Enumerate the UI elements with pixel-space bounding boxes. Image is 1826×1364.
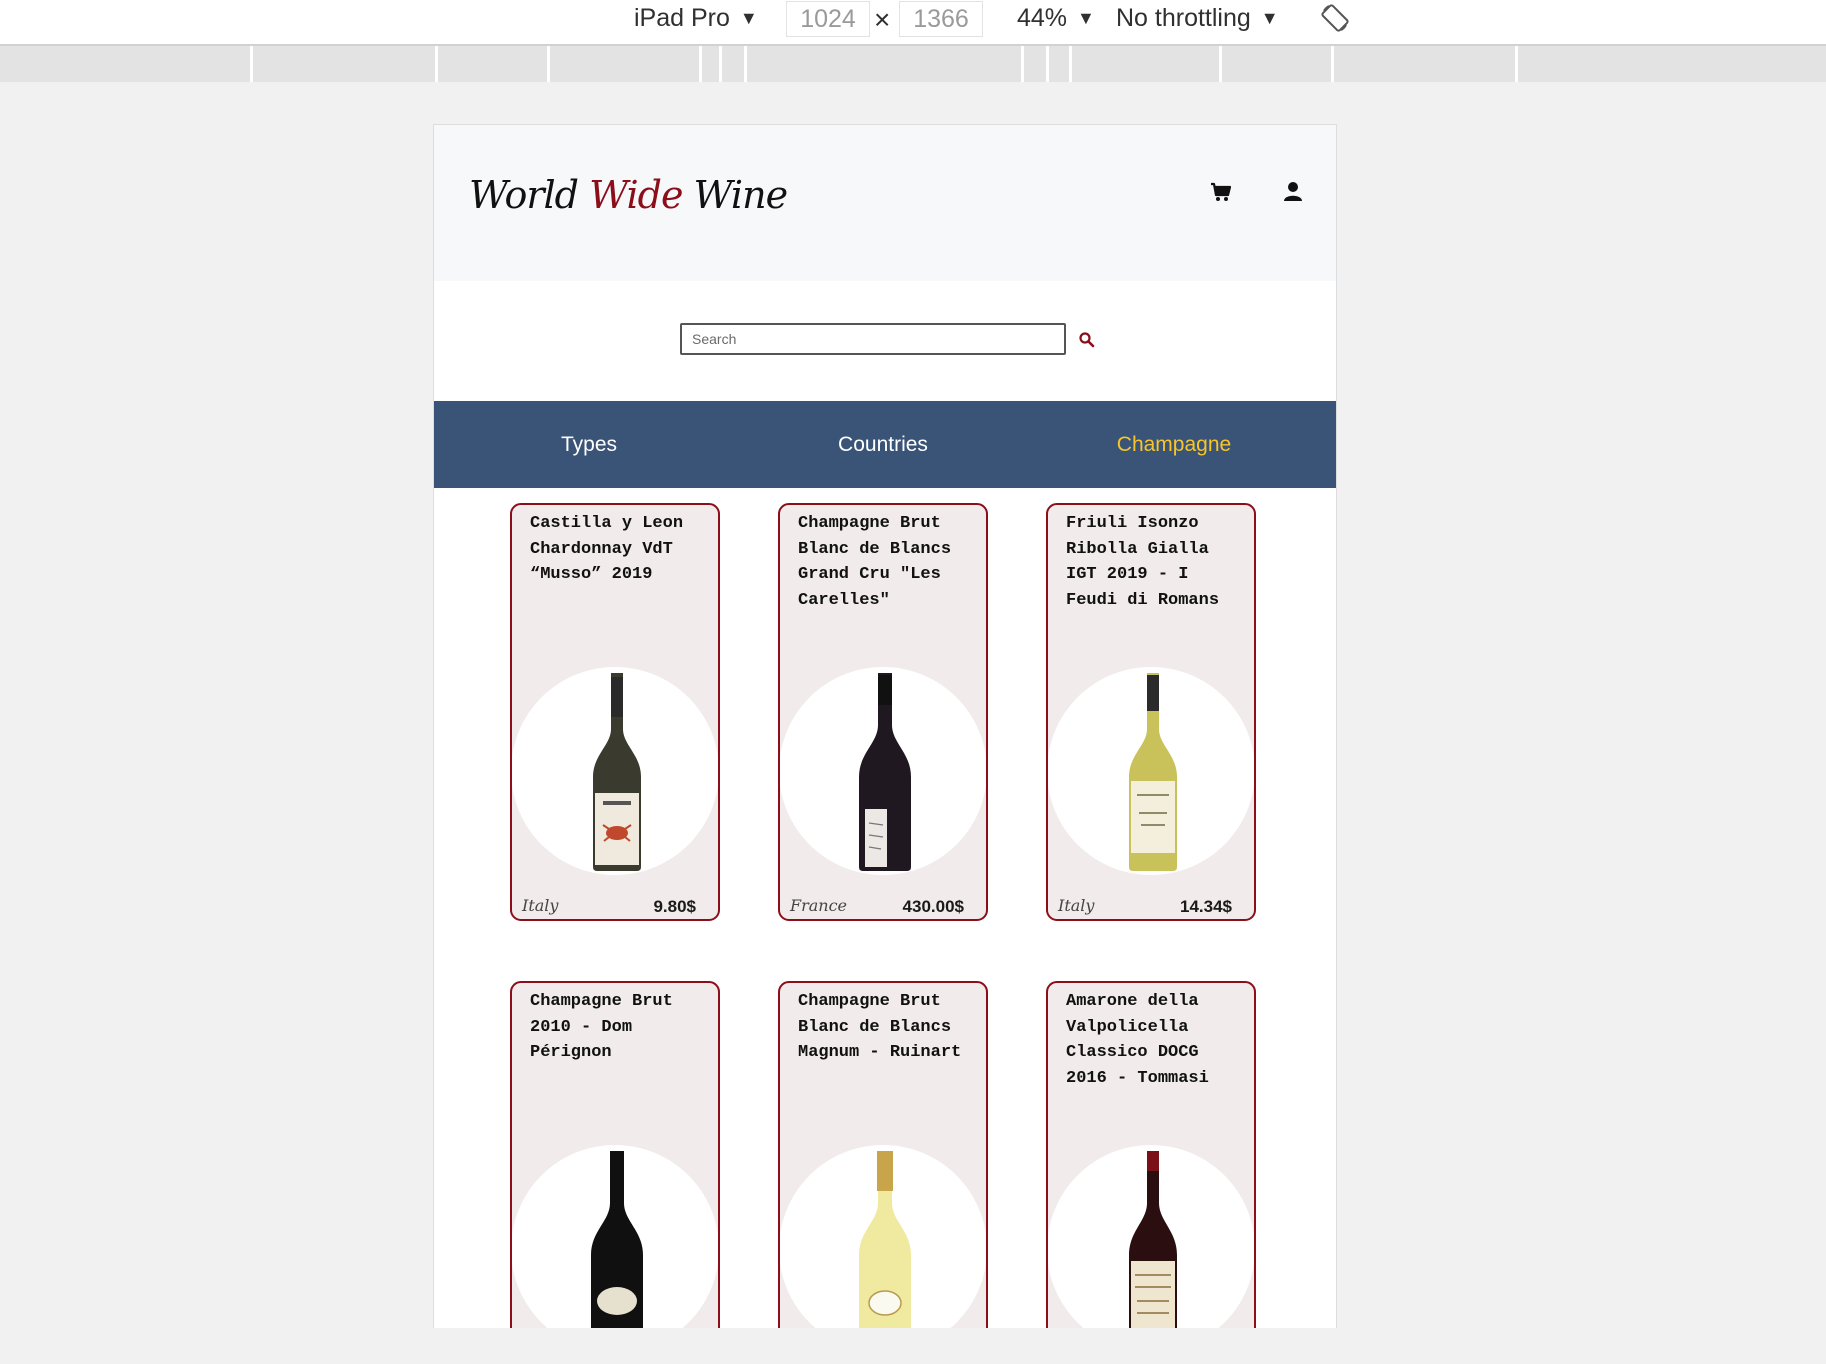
product-title: Friuli Isonzo Ribolla Gialla IGT 2019 - … [1066,514,1220,610]
zoom-value: 44% [1017,4,1068,32]
throttle-select[interactable]: No throttling ▼ [1116,0,1279,36]
product-image [780,667,986,875]
product-title: Champagne Brut Blanc de Blancs Grand Cru… [798,514,952,610]
page-bottom-area [0,1328,1826,1364]
site-logo[interactable]: World Wide Wine [469,167,789,223]
product-price: 9.80$ [653,897,696,916]
device-select[interactable]: iPad Pro ▼ [634,0,758,36]
product-price: 14.34$ [1180,897,1232,916]
product-image [1048,1145,1254,1328]
device-caret-icon: ▼ [739,8,758,28]
page-viewport: World Wide Wine Search Types Countries C… [433,124,1337,1329]
user-icon[interactable] [1282,181,1304,203]
height-input[interactable]: 1366 [899,1,983,37]
search-input[interactable]: Search [680,323,1066,355]
product-image [512,667,718,875]
category-nav: Types Countries Champagne [434,401,1336,488]
wine-bottle-image [1129,673,1177,871]
product-country: Italy [522,896,559,915]
product-image [1048,667,1254,875]
product-card[interactable]: Friuli Isonzo Ribolla Gialla IGT 2019 - … [1046,503,1256,921]
product-country: Italy [1058,896,1095,915]
logo-word-2: Wide [589,173,683,217]
zoom-select[interactable]: 44% ▼ [1017,0,1095,36]
cart-icon[interactable] [1210,181,1232,203]
product-price: 430.00$ [902,897,964,916]
product-image [512,1145,718,1328]
media-query-ruler[interactable] [0,46,1826,82]
logo-word-1: World [469,173,579,217]
rotate-icon[interactable] [1320,3,1350,33]
product-image [780,1145,986,1328]
product-title: Amarone della Valpolicella Classico DOCG… [1066,992,1209,1088]
site-header: World Wide Wine [434,125,1336,281]
product-card[interactable]: Castilla y Leon Chardonnay VdT “Musso” 2… [510,503,720,921]
product-title: Champagne Brut Blanc de Blancs Magnum - … [798,992,962,1062]
nav-item-champagne[interactable]: Champagne [1024,401,1324,488]
product-card[interactable]: Champagne Brut Blanc de Blancs Magnum - … [778,981,988,1328]
nav-item-countries[interactable]: Countries [733,401,1033,488]
nav-item-types[interactable]: Types [439,401,739,488]
product-card[interactable]: Amarone della Valpolicella Classico DOCG… [1046,981,1256,1328]
device-toolbar: iPad Pro ▼ 1024 × 1366 44% ▼ No throttling… [0,0,1826,46]
zoom-caret-icon: ▼ [1077,8,1095,28]
product-card[interactable]: Champagne Brut Blanc de Blancs Grand Cru… [778,503,988,921]
wine-bottle-image [591,1151,643,1328]
throttle-caret-icon: ▼ [1260,8,1279,28]
width-input[interactable]: 1024 [786,1,870,37]
device-name: iPad Pro [634,4,730,32]
product-country: France [790,896,848,915]
product-title: Champagne Brut 2010 - Dom Pérignon [530,992,673,1062]
search-icon[interactable] [1078,331,1096,349]
product-title: Castilla y Leon Chardonnay VdT “Musso” 2… [530,514,684,584]
dimension-separator: × [874,4,891,35]
wine-bottle-image [593,673,641,871]
throttle-value: No throttling [1116,4,1251,32]
wine-bottle-image [1129,1151,1177,1328]
wine-bottle-image [859,673,911,871]
wine-bottle-image [859,1151,911,1328]
logo-word-3: Wine [693,173,789,217]
product-card[interactable]: Champagne Brut 2010 - Dom Pérignon [510,981,720,1328]
